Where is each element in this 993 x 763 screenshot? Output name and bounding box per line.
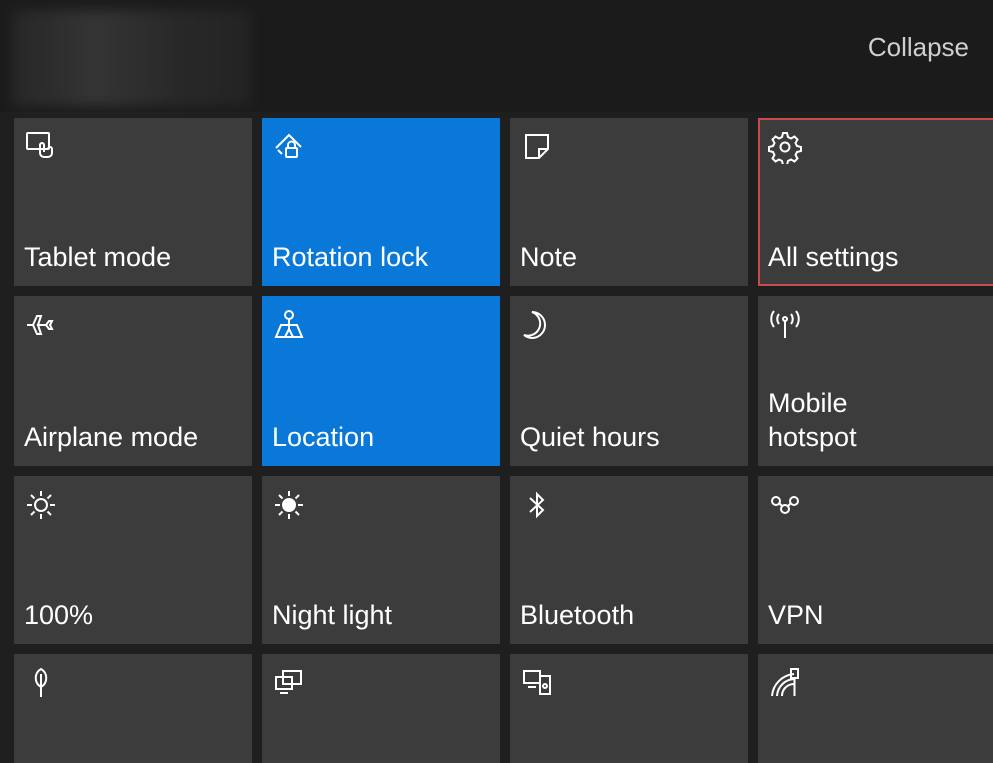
- battery-saver-icon: [24, 666, 58, 700]
- tile-vpn[interactable]: VPN: [758, 476, 993, 644]
- tile-brightness[interactable]: 100%: [14, 476, 252, 644]
- tile-bluetooth[interactable]: Bluetooth: [510, 476, 748, 644]
- location-icon: [272, 308, 306, 342]
- tile-connect[interactable]: [510, 654, 748, 763]
- tile-label: Airplane mode: [24, 422, 199, 452]
- tile-tablet-mode[interactable]: Tablet mode: [14, 118, 252, 286]
- airplane-icon: [24, 308, 58, 342]
- tile-label: 100%: [24, 600, 94, 630]
- tile-label: Bluetooth: [520, 600, 635, 630]
- action-center-header: Collapse: [0, 0, 993, 112]
- tile-label: Note: [520, 242, 578, 272]
- tile-label: Night light: [272, 600, 393, 630]
- tile-label: VPN: [768, 600, 824, 630]
- tile-location[interactable]: Location: [262, 296, 500, 466]
- tile-mobile-hotspot[interactable]: Mobile hotspot: [758, 296, 993, 466]
- blurred-notification-area: [12, 10, 250, 106]
- tile-label: Quiet hours: [520, 422, 660, 452]
- vpn-icon: [768, 488, 802, 522]
- tablet-mode-icon: [24, 130, 58, 164]
- tile-rotation-lock[interactable]: Rotation lock: [262, 118, 500, 286]
- tile-label: Tablet mode: [24, 242, 172, 272]
- tile-note[interactable]: Note: [510, 118, 748, 286]
- connect-icon: [520, 666, 554, 700]
- night-light-icon: [272, 488, 306, 522]
- tile-project[interactable]: [262, 654, 500, 763]
- moon-icon: [520, 308, 554, 342]
- gear-icon: [768, 130, 802, 164]
- bluetooth-icon: [520, 488, 554, 522]
- action-center: Collapse Tablet mode Rotation lock Note …: [0, 0, 993, 763]
- tile-airplane-mode[interactable]: Airplane mode: [14, 296, 252, 466]
- collapse-button[interactable]: Collapse: [868, 30, 969, 64]
- project-icon: [272, 666, 306, 700]
- tile-battery-saver[interactable]: [14, 654, 252, 763]
- tile-label: Rotation lock: [272, 242, 429, 272]
- tile-label: All settings: [768, 242, 899, 272]
- network-icon: [768, 666, 802, 700]
- tile-label: Location: [272, 422, 375, 452]
- tile-network[interactable]: [758, 654, 993, 763]
- quick-actions-grid: Tablet mode Rotation lock Note All setti…: [14, 118, 993, 763]
- tile-all-settings[interactable]: All settings: [758, 118, 993, 286]
- tile-night-light[interactable]: Night light: [262, 476, 500, 644]
- tile-quiet-hours[interactable]: Quiet hours: [510, 296, 748, 466]
- brightness-icon: [24, 488, 58, 522]
- tile-label: Mobile hotspot: [768, 388, 857, 452]
- rotation-lock-icon: [272, 130, 306, 164]
- hotspot-icon: [768, 308, 802, 342]
- note-icon: [520, 130, 554, 164]
